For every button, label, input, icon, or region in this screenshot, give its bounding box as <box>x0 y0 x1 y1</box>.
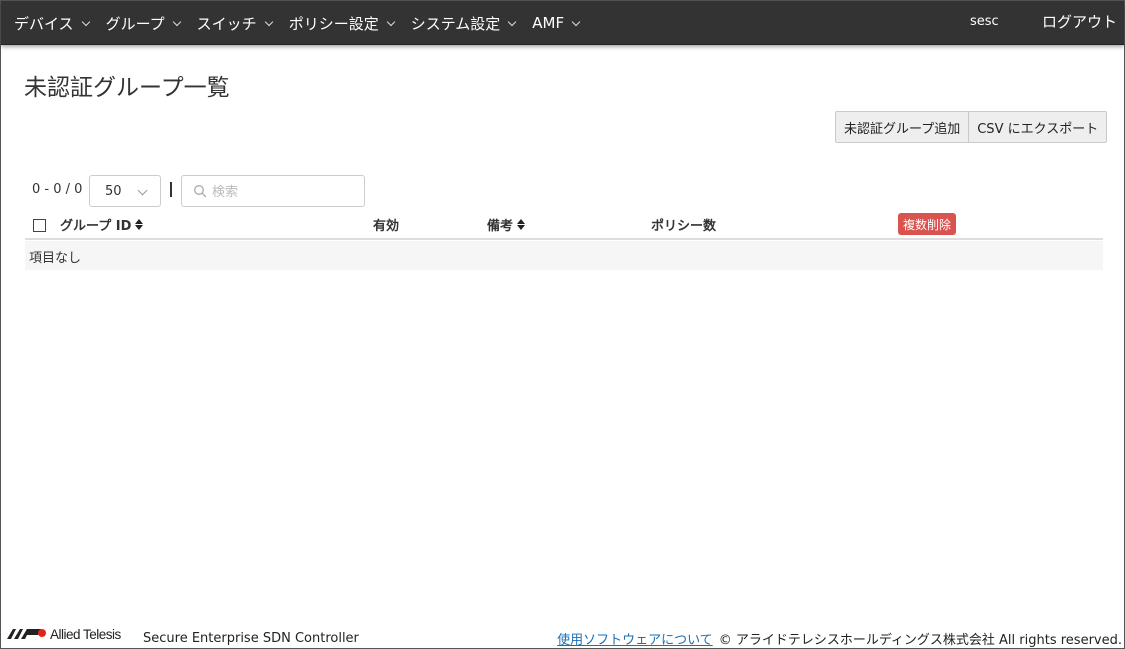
nav-amf[interactable]: AMF <box>532 14 581 32</box>
column-enabled-label: 有効 <box>373 219 400 234</box>
export-csv-button[interactable]: CSV にエクスポート <box>969 111 1108 143</box>
nav-groups-label: グループ <box>105 14 165 33</box>
nav-devices[interactable]: デバイス <box>14 13 90 34</box>
footer-right: 使用ソフトウェアについて © アライドテレシスホールディングス株式会社 All r… <box>557 629 1122 648</box>
add-unauth-group-button[interactable]: 未認証グループ追加 <box>835 111 970 143</box>
select-all-checkbox[interactable] <box>33 219 46 232</box>
nav-switches-label: スイッチ <box>196 14 257 33</box>
sort-icon[interactable] <box>517 219 526 230</box>
action-button-group: 未認証グループ追加 CSV にエクスポート <box>835 111 1108 143</box>
chevron-down-icon <box>81 17 90 26</box>
nav-amf-label: AMF <box>532 14 565 32</box>
bulk-delete-button[interactable]: 複数削除 <box>898 213 957 235</box>
nav-groups[interactable]: グループ <box>105 13 181 34</box>
column-enabled: 有効 <box>373 215 399 234</box>
brand-name: Allied Telesis <box>50 627 121 642</box>
column-group-id-label: グループ ID <box>60 219 132 234</box>
column-remarks-label: 備考 <box>487 219 514 234</box>
top-navbar: デバイス グループ スイッチ ポリシー設定 システム設定 AMF sesc ログ… <box>1 1 1124 45</box>
table-row: 項目なし <box>25 241 1103 270</box>
nav-policy-settings-label: ポリシー設定 <box>288 14 379 33</box>
footer: Allied Telesis Secure Enterprise SDN Con… <box>1 623 1124 648</box>
empty-message: 項目なし <box>29 251 82 266</box>
sort-icon[interactable] <box>135 219 144 230</box>
column-policy-count-label: ポリシー数 <box>651 219 717 234</box>
current-user[interactable]: sesc <box>970 14 999 29</box>
column-policy-count: ポリシー数 <box>651 215 716 234</box>
software-info-link[interactable]: 使用ソフトウェアについて <box>557 633 713 648</box>
pagination-range: 0 - 0 / 0 <box>32 182 83 197</box>
search-input[interactable] <box>212 182 357 202</box>
chevron-down-icon <box>137 185 148 196</box>
chevron-down-icon <box>264 17 273 26</box>
column-remarks[interactable]: 備考 <box>487 215 526 234</box>
product-name: Secure Enterprise SDN Controller <box>143 631 359 646</box>
allied-telesis-logo-icon <box>7 629 46 639</box>
logout-link[interactable]: ログアウト <box>1042 11 1117 32</box>
nav-system-settings[interactable]: システム設定 <box>410 13 517 34</box>
toolbar-divider <box>170 182 172 197</box>
nav-devices-label: デバイス <box>14 14 74 33</box>
chevron-down-icon <box>508 17 517 26</box>
page-size-select[interactable]: 50 <box>89 175 161 207</box>
column-group-id[interactable]: グループ ID <box>60 215 144 234</box>
nav-policy-settings[interactable]: ポリシー設定 <box>288 13 395 34</box>
chevron-down-icon <box>386 17 395 26</box>
chevron-down-icon <box>571 17 581 26</box>
nav-switches[interactable]: スイッチ <box>196 13 273 34</box>
main-menu: デバイス グループ スイッチ ポリシー設定 システム設定 AMF <box>14 1 596 45</box>
page-size-value: 50 <box>105 183 122 199</box>
copyright-text: © アライドテレシスホールディングス株式会社 All rights reserv… <box>718 633 1122 648</box>
search-box[interactable] <box>181 175 365 207</box>
nav-system-settings-label: システム設定 <box>410 14 501 33</box>
search-icon <box>194 185 207 198</box>
table-header: グループ ID 有効 備考 ポリシー数 複数削除 <box>25 209 1103 240</box>
chevron-down-icon <box>172 17 181 26</box>
page-title: 未認証グループ一覧 <box>24 75 230 101</box>
